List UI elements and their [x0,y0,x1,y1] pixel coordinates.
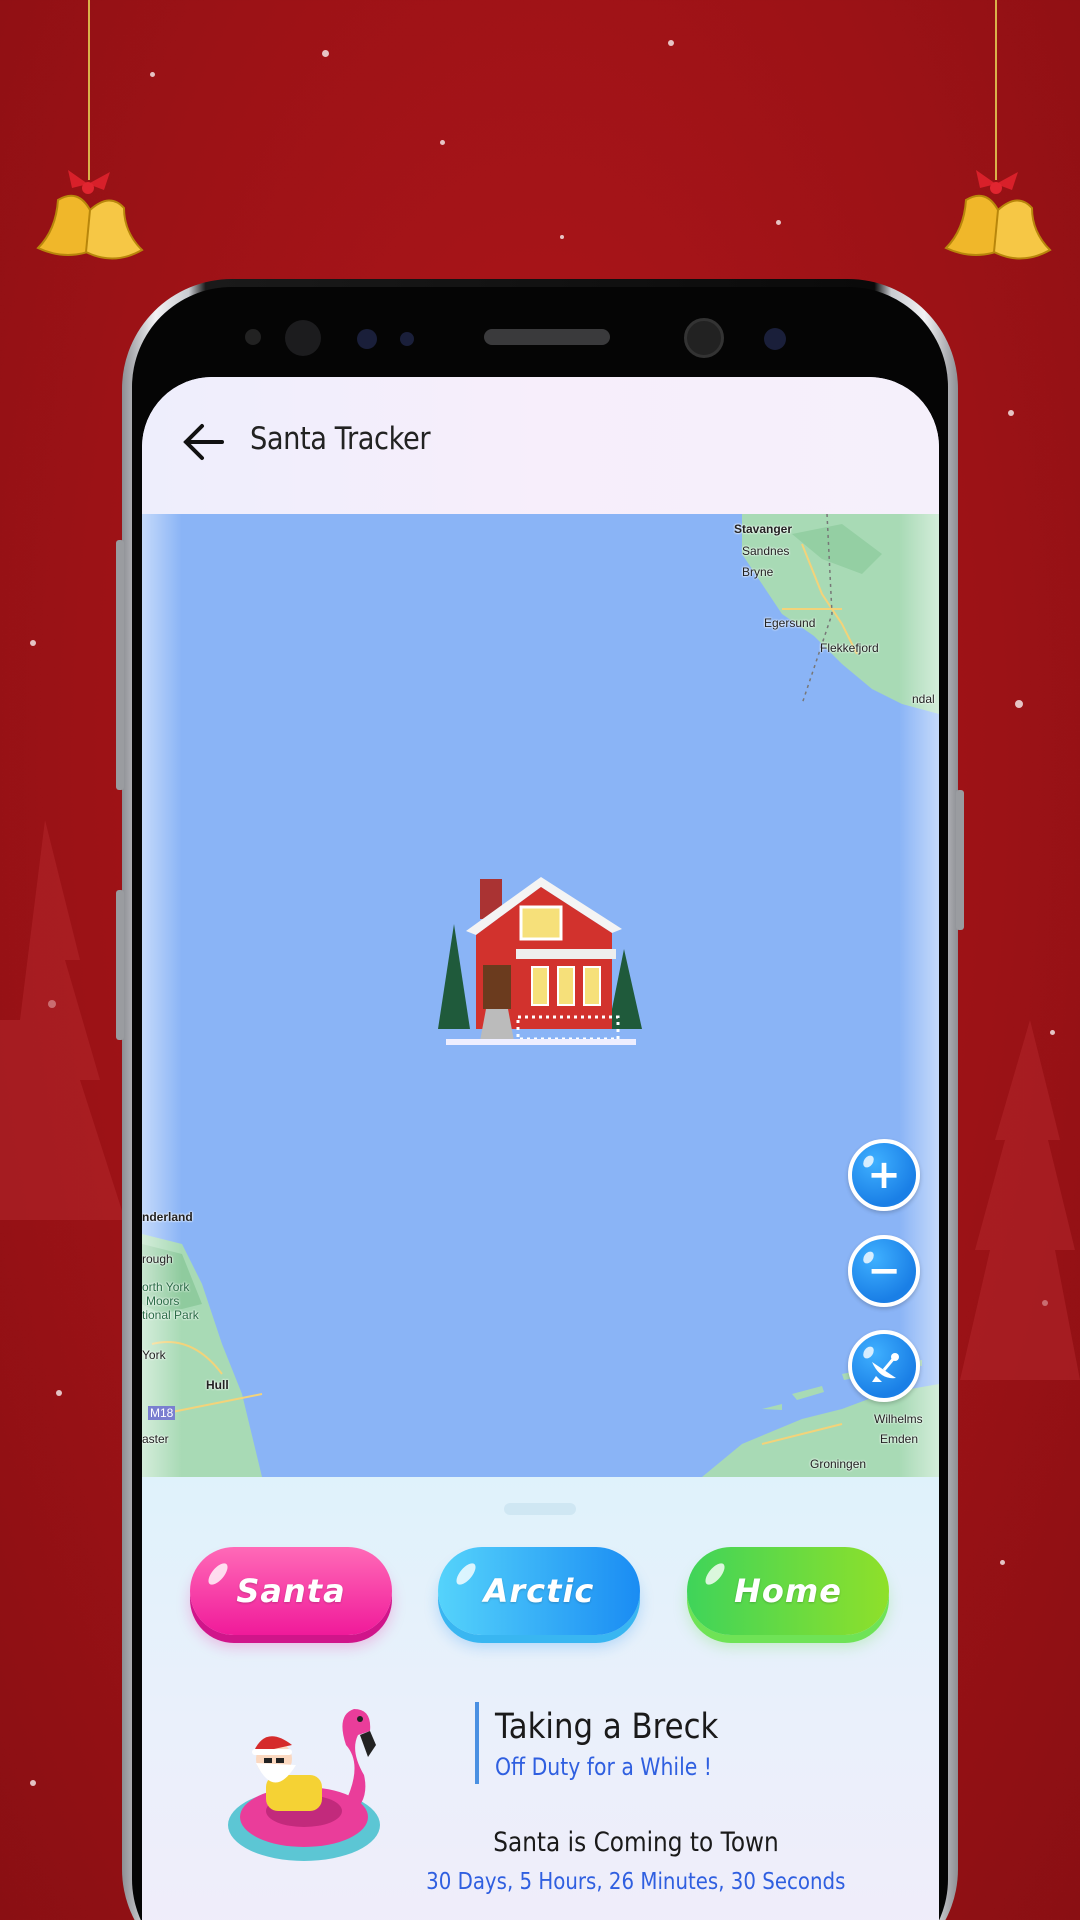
house-icon[interactable] [436,869,646,1054]
christmas-bells-icon [944,170,1052,260]
home-button[interactable]: Home [687,1547,889,1635]
map-label: Hull [206,1378,229,1392]
phone-side-button [116,890,124,1040]
christmas-bells-icon [36,170,144,260]
drag-handle[interactable] [504,1503,576,1515]
zoom-out-button[interactable]: − [848,1235,920,1307]
bell-string [995,0,997,180]
bottom-sheet: Santa Arctic Home Taking a Breck Off Dut… [142,1477,939,1920]
countdown-text: 30 Days, 5 Hours, 26 Minutes, 30 Seconds [425,1869,846,1895]
tree-silhouette-right [960,1020,1080,1380]
app-header: Santa Tracker [142,377,939,514]
map-label: Wilhelms [874,1412,923,1426]
map-label: nderland [142,1210,193,1224]
map-label: Groningen [810,1457,867,1471]
countdown-title: Santa is Coming to Town [142,1827,939,1858]
map-view[interactable]: Stavanger Sandnes Bryne Egersund Flekkef… [142,514,939,1477]
map-label: Stavanger [734,522,793,536]
map-label: aster [142,1432,169,1446]
plus-icon: + [867,1152,901,1198]
map-label: Sandnes [742,544,790,558]
phone-side-button [956,790,964,930]
status-subtitle: Off Duty for a While ! [495,1753,712,1781]
map-label: orth York [142,1280,190,1294]
status-title: Taking a Breck [495,1707,719,1747]
zoom-in-button[interactable]: + [848,1139,920,1211]
page-title: Santa Tracker [250,421,431,457]
bell-string [88,0,90,180]
map-label: Flekkefjord [820,641,879,655]
arctic-button[interactable]: Arctic [438,1547,640,1635]
map-label: York [142,1348,166,1362]
map-label: tional Park [142,1308,199,1322]
map-label: ndal [912,692,935,706]
countdown-title-text: Santa is Coming to Town [492,1827,779,1858]
map-label: Emden [880,1432,919,1446]
map-label: rough [142,1252,173,1266]
minus-icon: − [867,1248,901,1294]
countdown-value: 30 Days, 5 Hours, 26 Minutes, 30 Seconds [142,1869,939,1895]
map-label: Egersund [764,616,816,630]
map-label: Moors [146,1294,180,1308]
satellite-view-button[interactable] [848,1330,920,1402]
satellite-dish-icon [872,1353,899,1382]
santa-button[interactable]: Santa [190,1547,392,1635]
app-screen: Santa Tracker Stavanger Sandnes Bryne Eg… [142,377,939,1920]
arrow-left-icon[interactable] [182,423,224,461]
map-label: Bryne [742,565,774,579]
map-label: M18 [148,1406,176,1420]
status-accent-bar [475,1702,479,1784]
phone-side-button [116,540,124,790]
